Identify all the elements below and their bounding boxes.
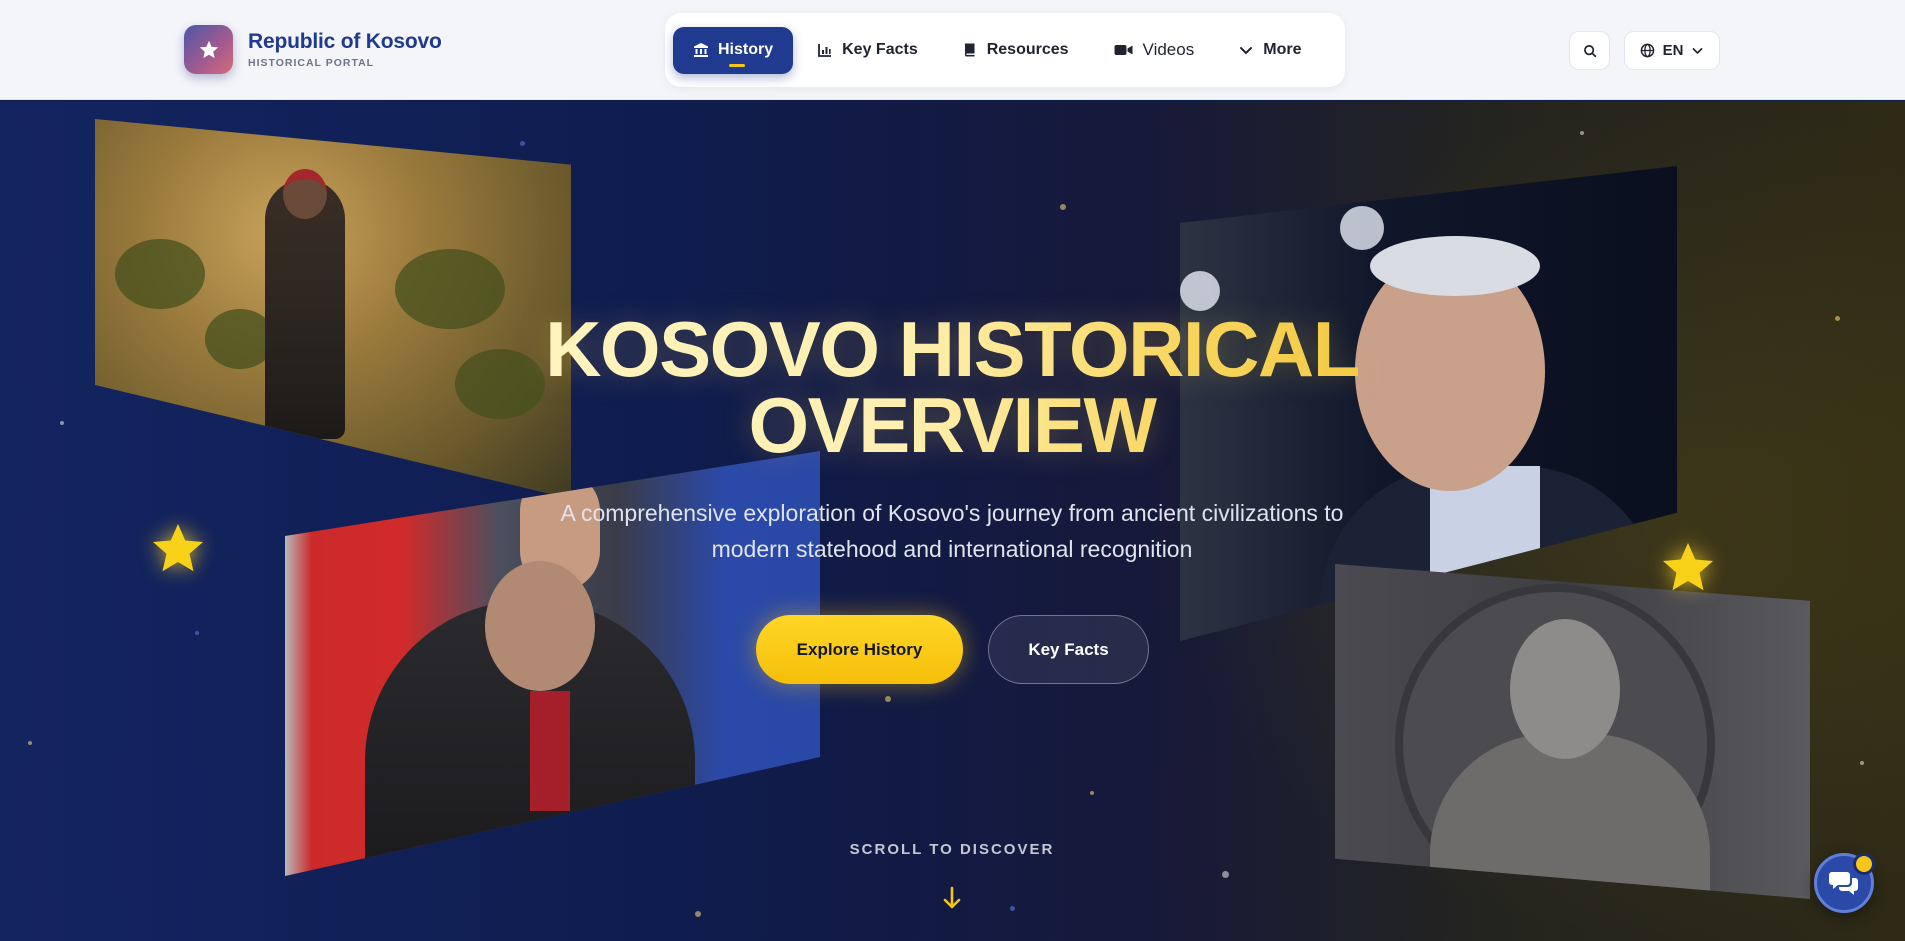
main-nav: History Key Facts Resources Videos More	[665, 13, 1345, 87]
particle	[195, 631, 199, 635]
face	[1510, 619, 1620, 759]
search-icon	[1583, 44, 1596, 57]
nav-key-facts[interactable]: Key Facts	[797, 27, 938, 74]
nav-resources-label: Resources	[986, 41, 1069, 58]
particle	[1090, 791, 1094, 795]
book-icon	[964, 43, 975, 57]
particle	[1860, 761, 1864, 765]
notification-badge	[1853, 853, 1875, 875]
star-icon	[199, 40, 218, 58]
particle	[1835, 316, 1840, 321]
particle	[1060, 204, 1066, 210]
language-code: EN	[1662, 42, 1684, 59]
search-button[interactable]	[1569, 31, 1610, 70]
nav-more-label: More	[1263, 41, 1302, 58]
hero-title-line2: OVERVIEW	[748, 381, 1156, 469]
nav-videos[interactable]: Videos	[1093, 27, 1215, 74]
tie	[530, 691, 570, 811]
historical-photo-portrait	[1335, 564, 1810, 899]
nav-key-facts-label: Key Facts	[842, 41, 918, 58]
nav-videos-label: Videos	[1142, 40, 1195, 59]
particle	[1222, 871, 1229, 878]
hero-title: KOSOVO HISTORICAL OVERVIEW	[452, 311, 1452, 463]
particle	[60, 421, 64, 425]
brand-subtitle: HISTORICAL PORTAL	[248, 57, 375, 69]
chart-icon	[818, 44, 832, 57]
video-icon	[1114, 45, 1133, 55]
face	[485, 561, 595, 691]
particle	[1580, 131, 1584, 135]
particle	[28, 741, 32, 745]
hair	[1370, 236, 1540, 296]
chevron-down-icon	[1693, 48, 1703, 55]
nav-resources[interactable]: Resources	[942, 27, 1089, 74]
key-facts-button[interactable]: Key Facts	[988, 615, 1149, 684]
brand-name: Republic of Kosovo	[248, 30, 442, 53]
star-icon	[1663, 543, 1713, 591]
particle	[1010, 906, 1015, 911]
particle	[695, 911, 701, 917]
chat-icon	[1829, 872, 1858, 895]
globe-icon	[1640, 43, 1654, 58]
hero-title-line1: KOSOVO HISTORICAL	[545, 305, 1359, 393]
brand[interactable]: Republic of Kosovo HISTORICAL PORTAL	[184, 25, 442, 74]
explore-history-button[interactable]: Explore History	[756, 615, 963, 684]
particle	[885, 696, 891, 702]
active-indicator	[729, 63, 746, 67]
hero-section: KOSOVO HISTORICAL OVERVIEW A comprehensi…	[0, 101, 1905, 941]
hero-subtitle: A comprehensive exploration of Kosovo's …	[560, 500, 1344, 562]
nav-history-label: History	[718, 41, 774, 58]
landmark-icon	[694, 43, 708, 57]
chevron-down-icon	[1240, 47, 1253, 55]
language-selector[interactable]: EN	[1624, 31, 1720, 70]
arrow-down-icon[interactable]	[940, 885, 964, 911]
top-header: Republic of Kosovo HISTORICAL PORTAL His…	[0, 0, 1905, 100]
particle	[520, 141, 525, 146]
nav-more[interactable]: More	[1218, 27, 1321, 74]
soldier-head	[283, 169, 327, 219]
star-icon	[153, 524, 203, 572]
brand-logo	[184, 25, 233, 74]
background-light	[1340, 206, 1384, 250]
nav-history[interactable]: History	[673, 26, 794, 74]
bush	[115, 239, 205, 309]
scroll-hint: SCROLL TO DISCOVER	[849, 841, 1055, 858]
